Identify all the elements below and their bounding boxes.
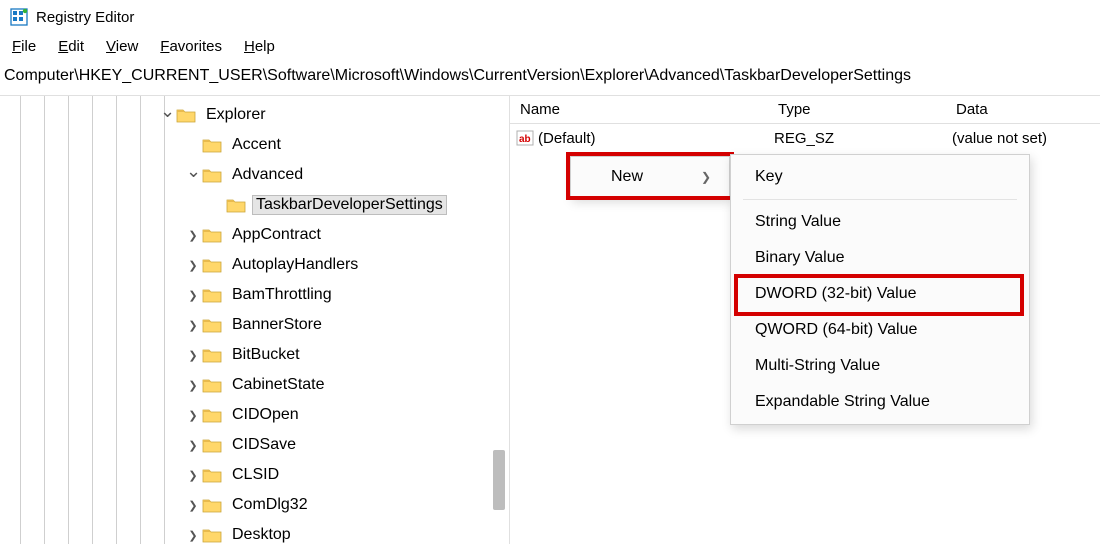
menu-file[interactable]: File — [12, 38, 36, 55]
tree-node[interactable]: ⌄ Advanced — [0, 160, 447, 190]
value-name: (Default) — [538, 130, 596, 147]
tree-node[interactable]: ⌄ Explorer — [0, 100, 447, 130]
tree-node[interactable]: ❯ AutoplayHandlers — [0, 250, 447, 280]
menubar: File Edit View Favorites Help — [0, 34, 1100, 61]
tree-node-label: AppContract — [228, 225, 325, 245]
chevron-right-icon[interactable]: ❯ — [186, 409, 200, 422]
col-data[interactable]: Data — [956, 101, 1100, 118]
context-item[interactable]: Expandable String Value — [731, 384, 1029, 420]
string-value-icon: ab — [516, 130, 534, 146]
folder-icon — [202, 137, 222, 153]
folder-icon — [226, 197, 246, 213]
window-title: Registry Editor — [36, 9, 134, 26]
tree-node-label: Advanced — [228, 165, 307, 185]
tree-node-label: Explorer — [202, 105, 270, 125]
context-new-label: New — [611, 168, 643, 186]
chevron-right-icon[interactable]: ❯ — [186, 469, 200, 482]
folder-icon — [202, 377, 222, 393]
tree-node-label: CabinetState — [228, 375, 329, 395]
menu-separator — [743, 199, 1017, 200]
folder-icon — [202, 317, 222, 333]
chevron-right-icon[interactable]: ❯ — [186, 349, 200, 362]
list-pane[interactable]: Name Type Data ab (Default) REG_SZ(value n… — [510, 96, 1100, 544]
context-item[interactable]: DWORD (32-bit) Value — [731, 276, 1029, 312]
context-item[interactable]: Key — [731, 159, 1029, 195]
tree-node[interactable]: ❯ CLSID — [0, 460, 447, 490]
chevron-right-icon: ❯ — [701, 170, 711, 184]
address-bar[interactable]: Computer\HKEY_CURRENT_USER\Software\Micr… — [0, 61, 1100, 96]
folder-icon — [202, 497, 222, 513]
tree-node-label: Desktop — [228, 525, 295, 544]
chevron-right-icon[interactable]: ❯ — [186, 229, 200, 242]
tree-node[interactable]: ❯ CabinetState — [0, 370, 447, 400]
folder-icon — [202, 437, 222, 453]
tree-node[interactable]: ❯ CIDOpen — [0, 400, 447, 430]
tree-node-label: BamThrottling — [228, 285, 336, 305]
tree-node-label: BitBucket — [228, 345, 304, 365]
tree-node[interactable]: ❯ Desktop — [0, 520, 447, 544]
tree-node-label: CLSID — [228, 465, 283, 485]
tree-node[interactable]: ❯ CIDSave — [0, 430, 447, 460]
context-item[interactable]: QWORD (64-bit) Value — [731, 312, 1029, 348]
col-type[interactable]: Type — [778, 101, 956, 118]
tree-node-label: Accent — [228, 135, 285, 155]
tree-node-label: CIDOpen — [228, 405, 303, 425]
folder-icon — [202, 167, 222, 183]
tree-node[interactable]: ❯ BamThrottling — [0, 280, 447, 310]
value-data: (value not set) — [952, 130, 1100, 147]
folder-icon — [202, 407, 222, 423]
svg-text:ab: ab — [519, 134, 531, 145]
chevron-right-icon[interactable]: ❯ — [186, 319, 200, 332]
folder-icon — [202, 227, 222, 243]
folder-icon — [202, 527, 222, 543]
chevron-down-icon[interactable]: ⌄ — [186, 161, 200, 182]
context-item[interactable]: String Value — [731, 204, 1029, 240]
context-item[interactable]: Binary Value — [731, 240, 1029, 276]
folder-icon — [202, 257, 222, 273]
tree-node[interactable]: ❯ BannerStore — [0, 310, 447, 340]
menu-help[interactable]: Help — [244, 38, 275, 55]
tree-node[interactable]: ❯ AppContract — [0, 220, 447, 250]
tree-node-label: TaskbarDeveloperSettings — [252, 195, 447, 215]
col-name[interactable]: Name — [520, 101, 778, 118]
folder-icon — [202, 347, 222, 363]
tree-node-label: AutoplayHandlers — [228, 255, 362, 275]
tree-node[interactable]: Accent — [0, 130, 447, 160]
tree-node[interactable]: TaskbarDeveloperSettings — [0, 190, 447, 220]
tree-node[interactable]: ❯ BitBucket — [0, 340, 447, 370]
tree-node[interactable]: ❯ ComDlg32 — [0, 490, 447, 520]
list-row[interactable]: ab (Default) REG_SZ(value not set) — [510, 124, 1100, 152]
tree-node-label: CIDSave — [228, 435, 300, 455]
tree-node-label: BannerStore — [228, 315, 326, 335]
folder-icon — [176, 107, 196, 123]
menu-view[interactable]: View — [106, 38, 138, 55]
folder-icon — [202, 467, 222, 483]
tree-scrollbar-thumb[interactable] — [493, 450, 505, 510]
folder-icon — [202, 287, 222, 303]
list-header: Name Type Data — [510, 96, 1100, 124]
chevron-right-icon[interactable]: ❯ — [186, 379, 200, 392]
regedit-icon — [10, 8, 28, 26]
menu-favorites[interactable]: Favorites — [160, 38, 222, 55]
titlebar: Registry Editor — [0, 0, 1100, 34]
chevron-right-icon[interactable]: ❯ — [186, 529, 200, 542]
tree-node-label: ComDlg32 — [228, 495, 312, 515]
context-menu: New ❯ — [570, 156, 730, 198]
context-new[interactable]: New ❯ — [571, 157, 729, 197]
chevron-right-icon[interactable]: ❯ — [186, 499, 200, 512]
context-item[interactable]: Multi-String Value — [731, 348, 1029, 384]
context-submenu-new: Key String ValueBinary ValueDWORD (32-bit… — [730, 154, 1030, 425]
chevron-right-icon[interactable]: ❯ — [186, 259, 200, 272]
chevron-right-icon[interactable]: ❯ — [186, 439, 200, 452]
tree-pane[interactable]: ⌄ Explorer Accent ⌄ Advanced TaskbarDeveloper… — [0, 96, 510, 544]
chevron-right-icon[interactable]: ❯ — [186, 289, 200, 302]
menu-edit[interactable]: Edit — [58, 38, 84, 55]
value-type: REG_SZ — [774, 130, 952, 147]
chevron-down-icon[interactable]: ⌄ — [160, 101, 174, 122]
